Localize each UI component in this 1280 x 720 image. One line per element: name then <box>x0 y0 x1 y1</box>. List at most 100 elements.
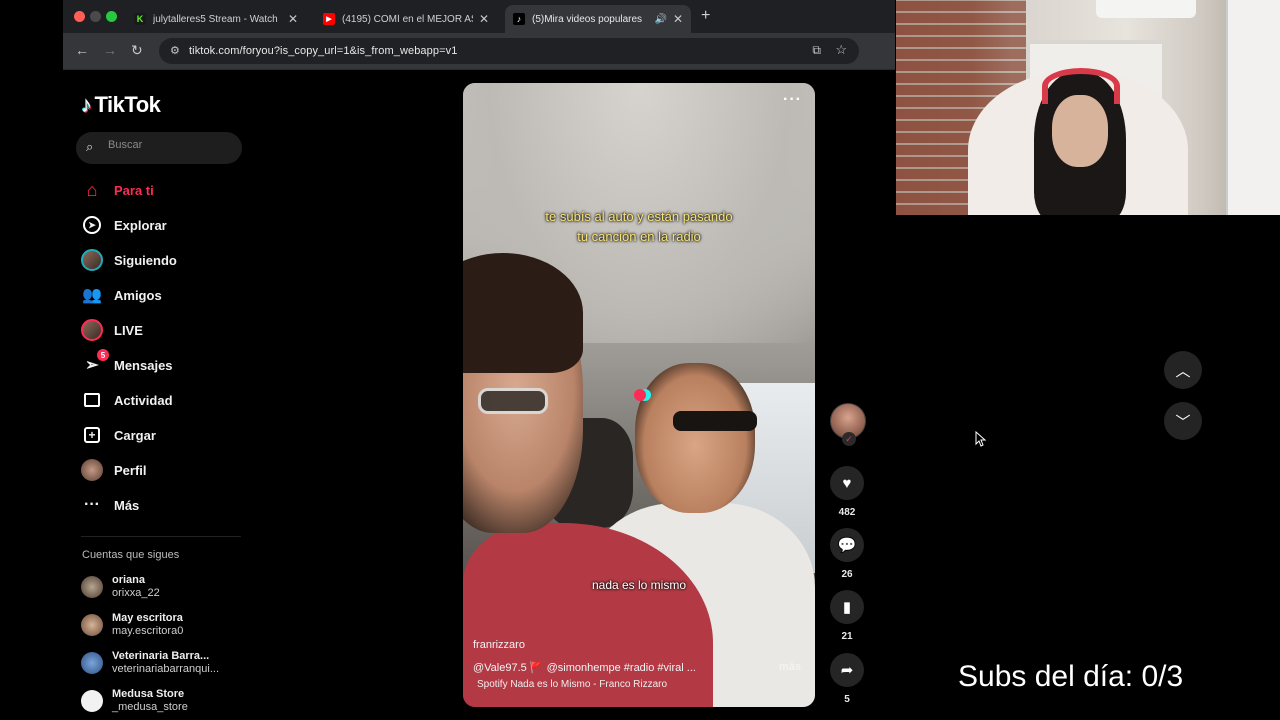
tab-kick-stream[interactable]: K julytalleres5 Stream - Watch ✕ <box>126 5 306 33</box>
share-action[interactable]: ➦ 5 <box>828 653 866 705</box>
site-info-icon[interactable]: ⚙ <box>170 44 180 57</box>
url-text[interactable]: tiktok.com/foryou?is_copy_url=1&is_from_… <box>189 45 457 57</box>
follow-check-icon[interactable]: ✓ <box>842 432 856 446</box>
followed-account[interactable]: May escritora may.escritora0 <box>81 610 183 640</box>
previous-video-button[interactable]: ︿ <box>1164 351 1202 389</box>
search-bar[interactable]: ⌕ <box>76 132 242 164</box>
minimize-window-button[interactable] <box>90 11 101 22</box>
install-app-icon[interactable]: ⧉ <box>812 43 821 58</box>
share-icon[interactable]: ➦ <box>830 653 864 687</box>
nav-label: Más <box>114 497 140 513</box>
nav-mensajes[interactable]: ➢ 5 Mensajes <box>81 349 173 378</box>
home-icon: ⌂ <box>86 179 98 200</box>
forward-arrow-icon[interactable]: → <box>103 42 117 58</box>
logo-text: TikTok <box>94 92 161 117</box>
bookmark-star-icon[interactable]: ☆ <box>835 42 847 58</box>
close-tab-icon[interactable]: ✕ <box>288 12 298 26</box>
account-handle: may.escritora0 <box>112 625 184 637</box>
nav-amigos[interactable]: 👥 Amigos <box>81 282 162 308</box>
tiktok-logo[interactable]: ♪ TikTok <box>81 92 161 118</box>
live-avatar-icon <box>81 319 103 341</box>
tab-title: julytalleres5 Stream - Watch <box>153 13 278 25</box>
video-scene <box>478 388 548 414</box>
nav-label: Mensajes <box>114 357 173 373</box>
search-input[interactable] <box>108 139 228 151</box>
video-player[interactable]: ··· te subís al auto y están pasando tu … <box>463 83 815 707</box>
upload-icon: + <box>81 424 103 446</box>
heart-icon[interactable]: ♥ <box>830 466 864 500</box>
webcam-feed <box>896 0 1280 215</box>
kick-icon: K <box>134 13 146 25</box>
maximize-window-button[interactable] <box>106 11 117 22</box>
speaker-icon[interactable]: 🔊 <box>654 14 666 25</box>
share-count: 5 <box>844 694 850 705</box>
caption-top-line2: tu canción en la radio <box>577 229 701 244</box>
followed-account[interactable]: oriana orixxa_22 <box>81 572 160 602</box>
account-name: oriana <box>112 574 146 586</box>
account-name: Medusa Store <box>112 688 185 700</box>
nav-label: Amigos <box>114 287 162 303</box>
nav-live[interactable]: LIVE <box>81 317 143 343</box>
close-tab-icon[interactable]: ✕ <box>673 12 683 26</box>
browser-window: K julytalleres5 Stream - Watch ✕ ▶ (4195… <box>63 0 895 720</box>
video-author[interactable]: franrizzaro <box>473 639 525 651</box>
account-name: Veterinaria Barra... <box>112 650 210 662</box>
youtube-icon: ▶ <box>323 13 335 25</box>
nav-para-ti[interactable]: ⌂ Para ti <box>81 177 154 203</box>
save-count: 21 <box>841 631 853 642</box>
following-heading: Cuentas que sigues <box>82 549 180 561</box>
comment-icon[interactable]: 💬 <box>830 528 864 562</box>
friends-icon: 👥 <box>82 287 102 304</box>
nav-label: LIVE <box>114 322 143 338</box>
nav-explorar[interactable]: ➤ Explorar <box>81 212 167 238</box>
tiktok-page: ♪ TikTok ⌕ ⌂ Para ti ➤ Explorar Siguiend… <box>63 70 895 720</box>
back-arrow-icon[interactable]: ← <box>75 42 89 58</box>
caption-bottom: nada es lo mismo <box>591 578 687 592</box>
nav-siguiendo[interactable]: Siguiendo <box>81 247 177 273</box>
account-avatar <box>81 652 103 674</box>
creator-avatar[interactable]: ✓ <box>830 403 866 446</box>
tiktok-icon: ♪ <box>513 13 525 25</box>
tab-title: (5)Mira videos populares <box>532 13 643 25</box>
message-count-badge: 5 <box>97 349 109 361</box>
next-video-button[interactable]: ﹀ <box>1164 402 1202 440</box>
video-menu-icon[interactable]: ··· <box>783 91 802 109</box>
account-avatar <box>81 614 103 636</box>
tab-youtube[interactable]: ▶ (4195) COMÍ en el MEJOR AS ✕ <box>315 5 497 33</box>
webcam-scene <box>1052 95 1108 167</box>
activity-icon <box>81 389 103 411</box>
video-music[interactable]: Spotify Nada es lo Mismo - Franco Rizzar… <box>477 679 667 690</box>
comment-action[interactable]: 💬 26 <box>828 528 866 580</box>
compass-icon: ➤ <box>81 214 103 236</box>
new-tab-button[interactable]: + <box>701 7 710 25</box>
bookmark-icon[interactable]: ▮ <box>830 590 864 624</box>
nav-perfil[interactable]: Perfil <box>81 457 147 483</box>
like-action[interactable]: ♥ 482 <box>828 466 866 518</box>
account-handle: orixxa_22 <box>112 587 160 599</box>
nav-cargar[interactable]: + Cargar <box>81 422 156 448</box>
nav-actividad[interactable]: Actividad <box>81 387 173 413</box>
address-bar[interactable]: ⚙ tiktok.com/foryou?is_copy_url=1&is_fro… <box>159 38 859 64</box>
nav-label: Para ti <box>114 182 154 198</box>
nav-label: Perfil <box>114 462 147 478</box>
followed-account[interactable]: Medusa Store _medusa_store <box>81 686 188 716</box>
search-icon[interactable]: ⌕ <box>86 139 93 155</box>
save-action[interactable]: ▮ 21 <box>828 590 866 642</box>
following-avatar-icon <box>81 249 103 271</box>
tab-tiktok[interactable]: ♪ (5)Mira videos populares 🔊 ✕ <box>505 5 691 33</box>
video-description[interactable]: @Vale97.5 🚩 @simonhempe #radio #viral ..… <box>473 661 696 674</box>
tiktok-note-icon: ♪ <box>81 92 92 117</box>
close-tab-icon[interactable]: ✕ <box>479 12 489 26</box>
account-name: May escritora <box>112 612 183 624</box>
more-description-button[interactable]: más <box>779 661 801 673</box>
video-scene <box>635 363 755 513</box>
tab-bar: K julytalleres5 Stream - Watch ✕ ▶ (4195… <box>63 0 895 33</box>
reload-icon[interactable]: ↻ <box>131 42 143 59</box>
mouse-cursor-icon <box>975 431 987 447</box>
close-window-button[interactable] <box>74 11 85 22</box>
nav-mas[interactable]: ··· Más <box>81 492 139 518</box>
followed-account[interactable]: Veterinaria Barra... veterinariabarranqui… <box>81 648 219 678</box>
webcam-scene <box>1226 0 1280 215</box>
tab-title: (4195) COMÍ en el MEJOR AS <box>342 13 473 25</box>
comment-count: 26 <box>841 569 853 580</box>
